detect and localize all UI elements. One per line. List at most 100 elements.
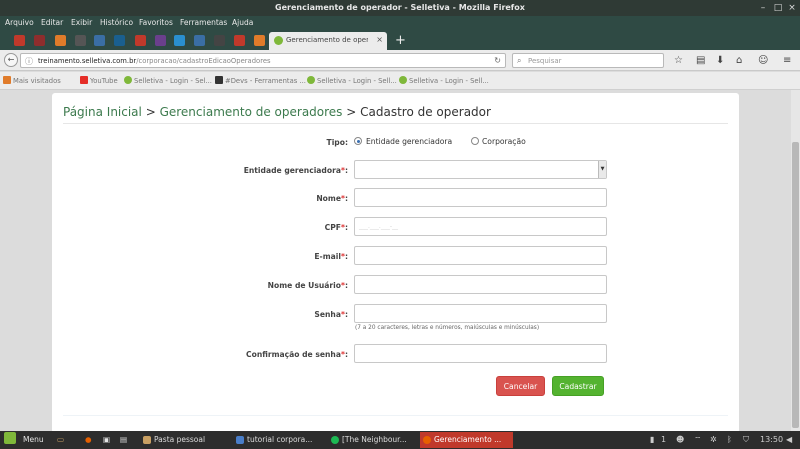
- pinned-tab-icon[interactable]: [114, 35, 125, 46]
- cpf-label: CPF*:: [324, 223, 348, 232]
- tab-close-icon[interactable]: ×: [376, 35, 383, 44]
- bookmark-item[interactable]: Selletiva - Login - Sell...: [307, 76, 397, 85]
- confirmacao-senha-field[interactable]: [354, 344, 607, 363]
- url-text[interactable]: treinamento.selletiva.com.br/corporacao/…: [38, 57, 271, 65]
- taskbar-window[interactable]: [The Neighbour...: [328, 432, 416, 448]
- bookmark-item[interactable]: Selletiva - Login - Sell...: [399, 76, 489, 85]
- workspace-icon[interactable]: ▮: [650, 435, 654, 444]
- firefox-icon: [423, 436, 431, 444]
- menu-editar[interactable]: Editar: [41, 18, 63, 27]
- breadcrumb-current: Cadastro de operador: [360, 105, 491, 119]
- reload-icon[interactable]: ↻: [494, 56, 501, 65]
- chevron-down-icon[interactable]: ▼: [598, 161, 606, 178]
- search-placeholder: Pesquisar: [528, 57, 562, 65]
- volume-icon[interactable]: ◀: [786, 435, 792, 444]
- folder-icon: [3, 76, 11, 84]
- pinned-tab-icon[interactable]: [34, 35, 45, 46]
- breadcrumb: Página Inicial > Gerenciamento de operad…: [63, 105, 491, 119]
- scrollbar-thumb[interactable]: [792, 142, 799, 428]
- entidade-select[interactable]: ▼: [354, 160, 607, 179]
- taskbar-window[interactable]: tutorial corpora...: [233, 432, 323, 448]
- radio-corporacao-label[interactable]: Corporação: [482, 137, 526, 146]
- back-icon[interactable]: ←: [4, 53, 18, 67]
- pinned-tab-icon[interactable]: [14, 35, 25, 46]
- pinned-tab-icon[interactable]: [55, 35, 66, 46]
- settings-icon[interactable]: ✲: [710, 435, 717, 444]
- tab-title: Gerenciamento de opera...: [286, 36, 368, 44]
- radio-entidade-gerenciadora[interactable]: [354, 137, 362, 145]
- usuario-label: Nome de Usuário*:: [267, 281, 348, 290]
- search-bar[interactable]: ⌕ Pesquisar: [512, 53, 664, 68]
- pinned-tab-icon[interactable]: [155, 35, 166, 46]
- cancel-button[interactable]: Cancelar: [496, 376, 545, 396]
- window-title: Gerenciamento de operador - Selletiva - …: [275, 3, 525, 12]
- home-icon[interactable]: ⌂: [736, 55, 742, 66]
- breadcrumb-section-link[interactable]: Gerenciamento de operadores: [160, 105, 343, 119]
- folder-icon: [143, 436, 151, 444]
- pinned-tab-icon[interactable]: [254, 35, 265, 46]
- minimize-icon[interactable]: –: [757, 2, 769, 14]
- taskbar-window-active[interactable]: Gerenciamento ...: [420, 432, 513, 448]
- submit-button[interactable]: Cadastrar: [552, 376, 604, 396]
- shield-icon[interactable]: ⛉: [743, 435, 749, 445]
- pinned-tab-icon[interactable]: [94, 35, 105, 46]
- radio-corporacao[interactable]: [471, 137, 479, 145]
- pinned-tab-icon[interactable]: [214, 35, 225, 46]
- pinned-tab-icon[interactable]: [194, 35, 205, 46]
- clock[interactable]: 13:50: [760, 435, 783, 444]
- terminal-launcher-icon[interactable]: ▣: [103, 431, 110, 449]
- nome-label: Nome*:: [316, 194, 348, 203]
- selletiva-favicon-icon: [274, 36, 283, 45]
- menu-arquivo[interactable]: Arquivo: [5, 18, 34, 27]
- menu-ferramentas[interactable]: Ferramentas: [180, 18, 227, 27]
- bluetooth-icon[interactable]: ᛒ: [727, 435, 732, 444]
- email-field[interactable]: [354, 246, 607, 265]
- bookmark-item[interactable]: Mais visitados: [3, 76, 61, 85]
- bookmark-item[interactable]: Selletiva - Login - Sel...: [124, 76, 212, 85]
- firefox-launcher-icon[interactable]: ●: [85, 431, 92, 449]
- menu-button[interactable]: Menu: [23, 431, 44, 449]
- mint-menu-icon[interactable]: [4, 431, 18, 449]
- bookmark-item[interactable]: YouTube: [80, 76, 118, 85]
- library-icon[interactable]: ▤: [696, 55, 705, 66]
- bookmark-star-icon[interactable]: ☆: [674, 55, 683, 66]
- menu-favoritos[interactable]: Favoritos: [139, 18, 173, 27]
- new-tab-icon[interactable]: +: [395, 33, 406, 48]
- confirmacao-label: Confirmação de senha*:: [246, 350, 348, 359]
- extension-icon[interactable]: ☺: [758, 55, 768, 66]
- taskbar: Menu ▭ ● ▣ ▤ Pasta pessoal tutorial corp…: [0, 431, 800, 449]
- usuario-field[interactable]: [354, 275, 607, 294]
- youtube-icon: [80, 76, 88, 84]
- pinned-tab-icon[interactable]: [234, 35, 245, 46]
- senha-field[interactable]: [354, 304, 607, 323]
- taskbar-window[interactable]: Pasta pessoal: [140, 432, 228, 448]
- menu-historico[interactable]: Histórico: [100, 18, 133, 27]
- cpf-field[interactable]: ___.___.___-__: [354, 217, 607, 236]
- download-icon[interactable]: ⬇: [716, 55, 724, 66]
- pinned-tab-icon[interactable]: [135, 35, 146, 46]
- menu-exibir[interactable]: Exibir: [71, 18, 92, 27]
- page-scrollbar[interactable]: [791, 90, 800, 431]
- files-launcher-icon[interactable]: ▭: [57, 431, 64, 449]
- email-label: E-mail*:: [314, 252, 348, 261]
- cpf-mask-placeholder: ___.___.___-__: [359, 223, 398, 230]
- document-icon: [236, 436, 244, 444]
- menu-ajuda[interactable]: Ajuda: [232, 18, 253, 27]
- people-icon[interactable]: ☻: [676, 435, 684, 444]
- network-icon[interactable]: ⌔: [694, 435, 702, 445]
- info-icon[interactable]: ⓘ: [25, 56, 33, 67]
- tab-active[interactable]: Gerenciamento de opera... ×: [269, 32, 387, 50]
- breadcrumb-home-link[interactable]: Página Inicial: [63, 105, 142, 119]
- workspace-number[interactable]: 1: [661, 435, 666, 444]
- folder-launcher-icon[interactable]: ▤: [120, 431, 127, 449]
- hamburger-menu-icon[interactable]: ≡: [783, 55, 791, 66]
- radio-entidade-label[interactable]: Entidade gerenciadora: [366, 137, 452, 146]
- url-bar[interactable]: ⓘ treinamento.selletiva.com.br/corporaca…: [20, 53, 506, 68]
- nome-field[interactable]: [354, 188, 607, 207]
- pinned-tab-icon[interactable]: [75, 35, 86, 46]
- close-window-icon[interactable]: ×: [786, 2, 798, 14]
- selletiva-icon: [307, 76, 315, 84]
- bookmark-item[interactable]: #Devs - Ferramentas ...: [215, 76, 306, 85]
- maximize-icon[interactable]: □: [772, 2, 784, 14]
- pinned-tab-icon[interactable]: [174, 35, 185, 46]
